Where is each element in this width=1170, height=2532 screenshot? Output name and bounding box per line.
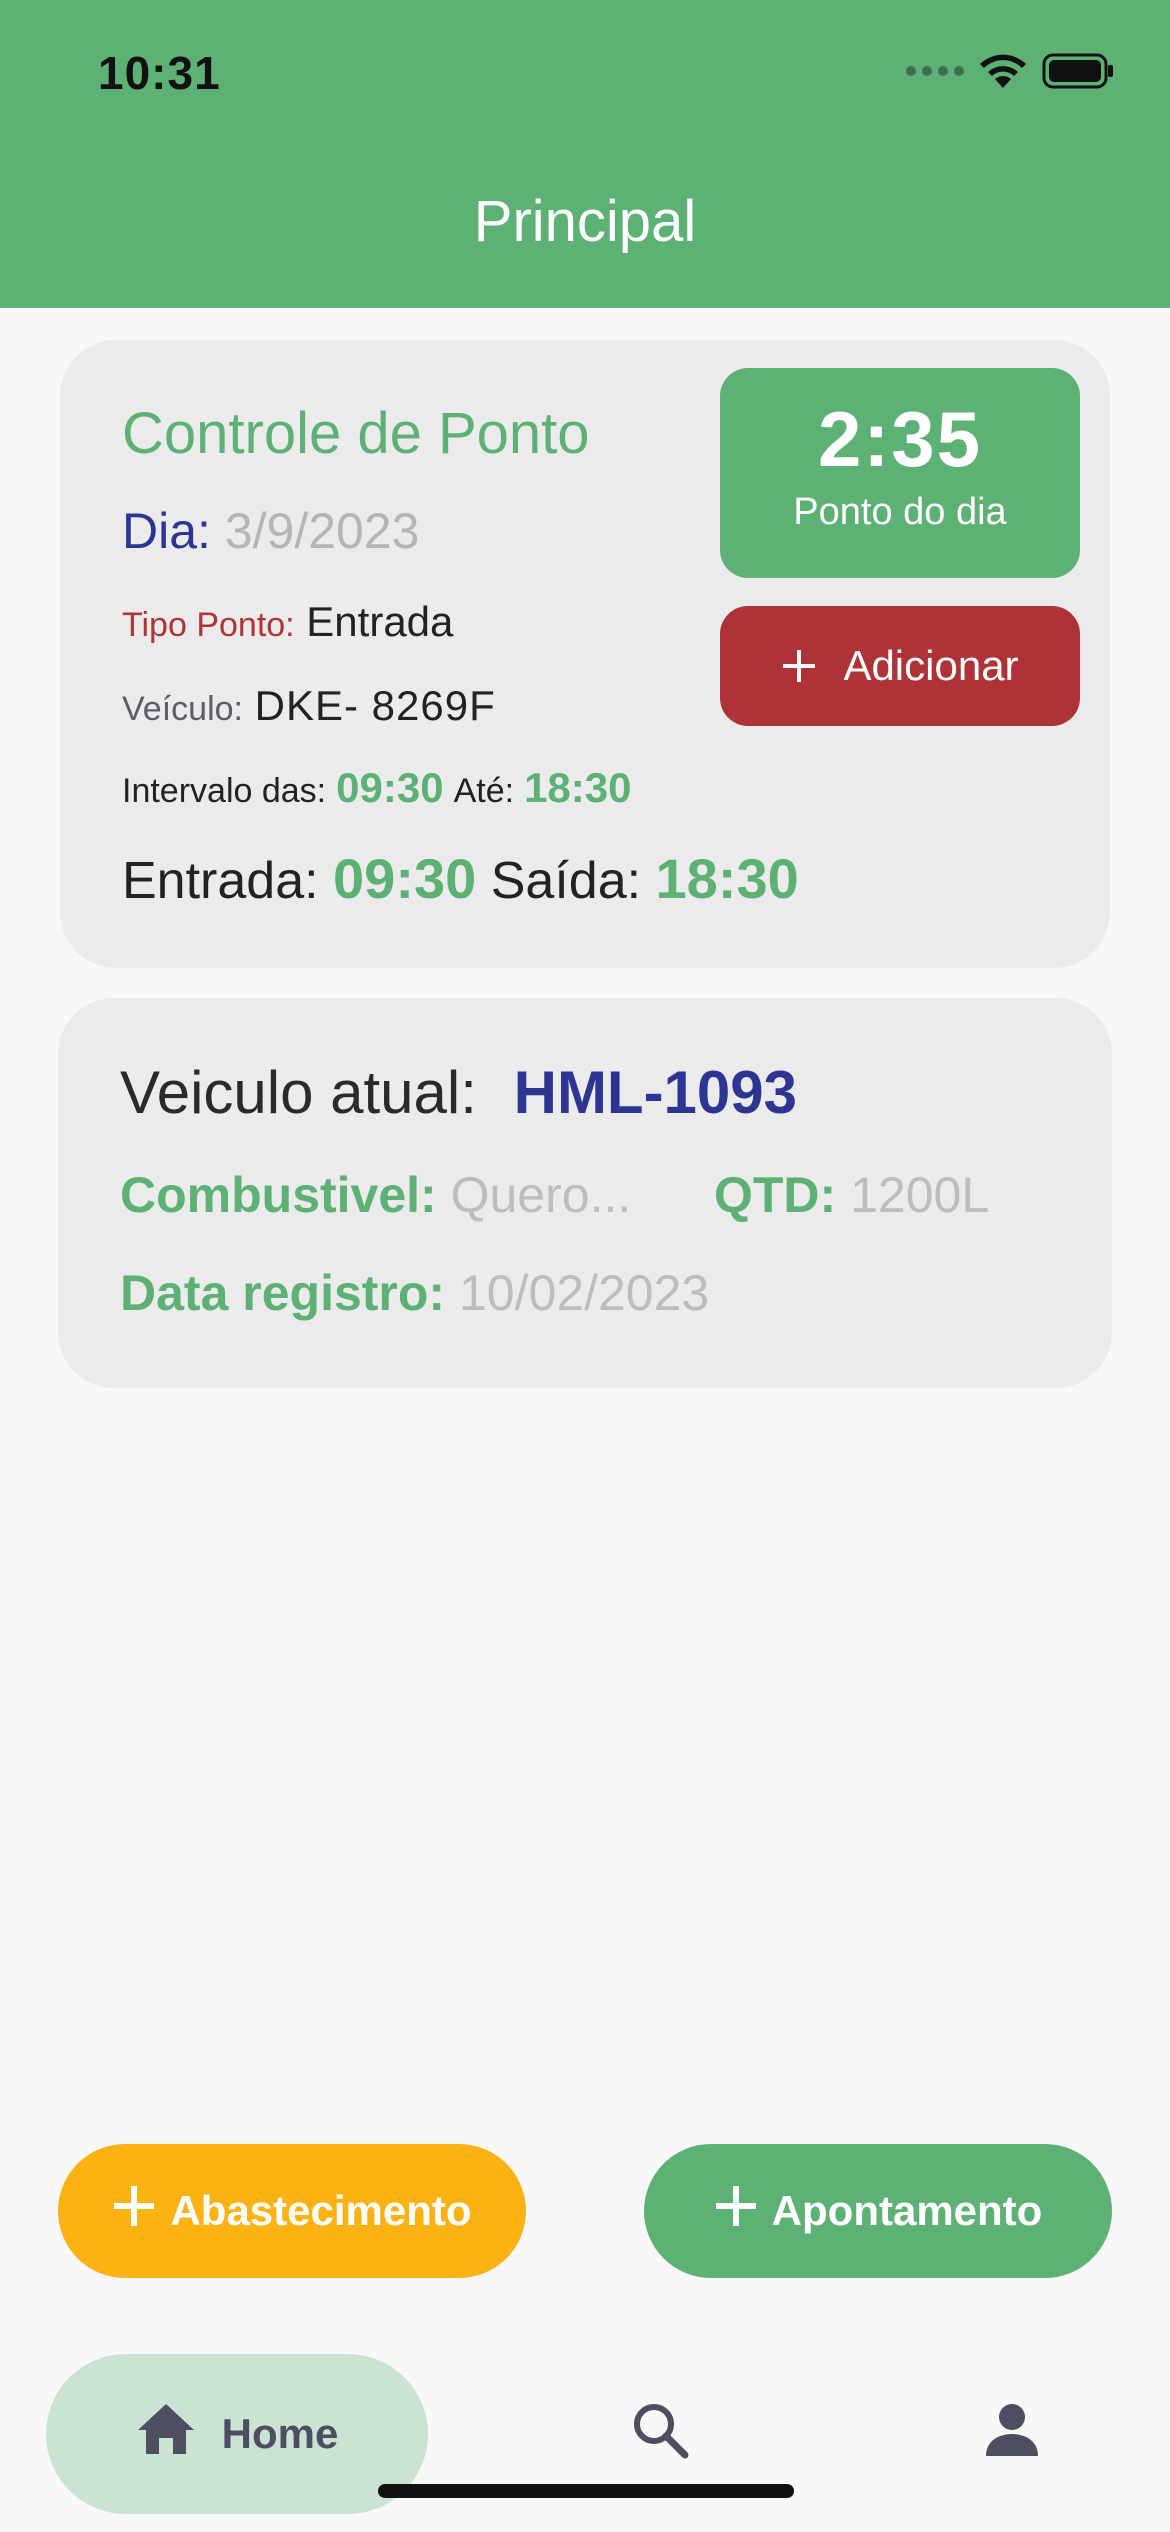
data-registro-row: Data registro: 10/02/2023 (120, 1264, 709, 1322)
intervalo-fim: 18:30 (524, 764, 632, 811)
ponto-do-dia-box: 2:35 Ponto do dia (720, 368, 1080, 578)
nav-profile-tab[interactable] (982, 2400, 1042, 2465)
qtd-value: 1200L (850, 1167, 990, 1223)
intervalo-row: Intervalo das: 09:30 Até: 18:30 (122, 764, 632, 812)
plus-icon (112, 2184, 156, 2238)
ponto-label: Ponto do dia (793, 491, 1007, 533)
combustivel-row: Combustivel: Quero... (120, 1166, 631, 1224)
controle-ponto-card: Controle de Ponto Dia: 3/9/2023 Tipo Pon… (60, 340, 1110, 968)
veiculo-atual-label: Veiculo atual: (120, 1059, 477, 1126)
abastecimento-label: Abastecimento (170, 2187, 472, 2234)
apontamento-label: Apontamento (771, 2187, 1043, 2234)
ate-label: Até: (453, 772, 515, 810)
tipo-ponto-value: Entrada (306, 598, 454, 645)
adicionar-button[interactable]: Adicionar (720, 606, 1080, 726)
veiculo-atual-row: Veiculo atual: HML-1093 (120, 1058, 797, 1127)
veiculo-label: Veículo: (122, 690, 243, 728)
status-time: 10:31 (98, 47, 221, 99)
plus-icon (714, 2184, 758, 2238)
cellular-signal-icon (906, 66, 964, 76)
entrada-value: 09:30 (333, 847, 477, 910)
home-icon (136, 2402, 196, 2466)
data-registro-value: 10/02/2023 (458, 1265, 710, 1321)
saida-label: Saída: (490, 852, 642, 910)
ponto-time: 2:35 (817, 395, 983, 483)
entrada-saida-row: Entrada: 09:30 Saída: 18:30 (122, 846, 799, 911)
battery-icon (1042, 53, 1114, 89)
tipo-ponto-row: Tipo Ponto: Entrada (122, 598, 453, 646)
intervalo-label: Intervalo das: (122, 772, 327, 810)
qtd-row: QTD: 1200L (714, 1166, 989, 1224)
nav-search-tab[interactable] (630, 2400, 690, 2465)
dia-value: 3/9/2023 (224, 503, 420, 559)
combustivel-label: Combustivel: (120, 1167, 437, 1223)
qtd-label: QTD: (714, 1167, 837, 1223)
search-icon (630, 2404, 690, 2464)
tipo-ponto-label: Tipo Ponto: (122, 606, 295, 644)
plus-icon (781, 648, 817, 684)
veiculo-value: DKE- 8269F (254, 682, 496, 729)
bottom-nav: Home (0, 2350, 1170, 2532)
veiculo-atual-value: HML-1093 (513, 1059, 798, 1126)
wifi-icon (978, 52, 1028, 90)
dia-label: Dia: (122, 503, 211, 559)
entrada-label: Entrada: (122, 852, 319, 910)
data-registro-label: Data registro: (120, 1265, 446, 1321)
apontamento-button[interactable]: Apontamento (644, 2144, 1112, 2278)
status-icons (906, 52, 1114, 90)
app-header: 10:31 Principal (0, 0, 1170, 308)
page-title: Principal (473, 189, 697, 254)
controle-ponto-title: Controle de Ponto (122, 401, 590, 466)
home-indicator (378, 2484, 794, 2498)
saida-value: 18:30 (655, 847, 799, 910)
profile-icon (982, 2404, 1042, 2464)
home-label: Home (221, 2410, 339, 2457)
dia-row: Dia: 3/9/2023 (122, 502, 419, 560)
intervalo-inicio: 09:30 (336, 764, 444, 811)
veiculo-row: Veículo: DKE- 8269F (122, 682, 496, 730)
combustivel-value: Quero... (450, 1167, 632, 1223)
nav-home-tab[interactable]: Home (46, 2354, 428, 2514)
veiculo-atual-card: Veiculo atual: HML-1093 Combustivel: Que… (58, 998, 1112, 1388)
abastecimento-button[interactable]: Abastecimento (58, 2144, 526, 2278)
adicionar-label: Adicionar (843, 642, 1019, 689)
